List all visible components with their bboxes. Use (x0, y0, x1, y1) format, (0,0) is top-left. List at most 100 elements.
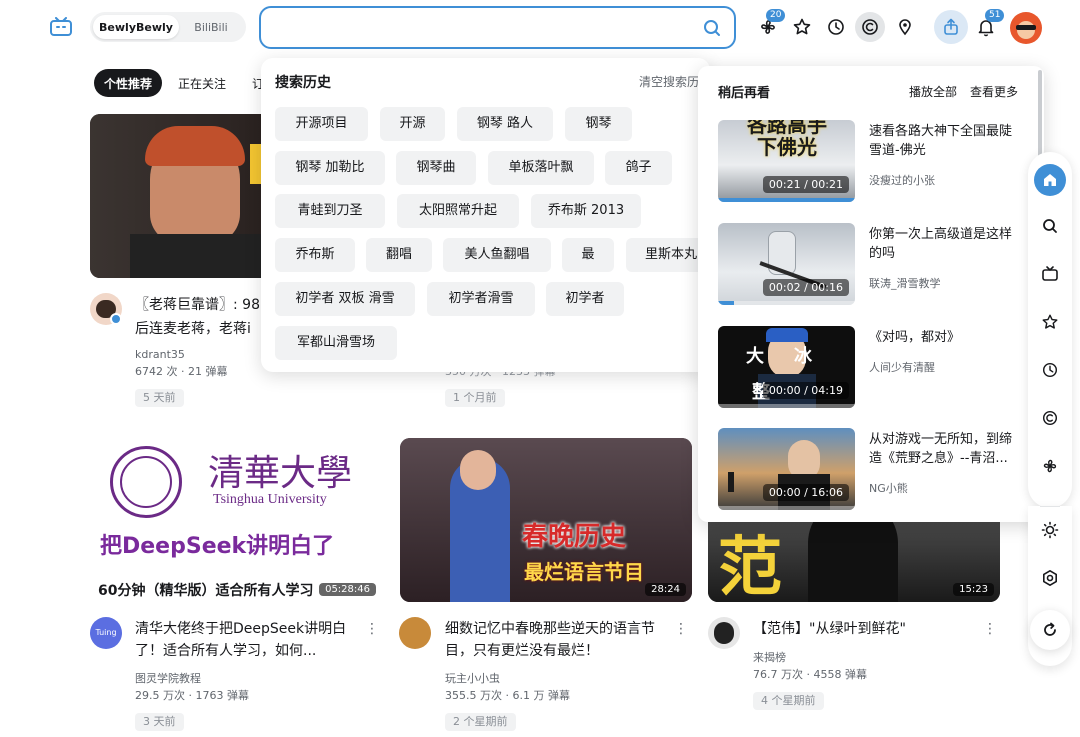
notifications-badge: 51 (985, 9, 1005, 22)
history-chip[interactable]: 开源项目 (275, 107, 368, 141)
video-author[interactable]: kdrant35 (135, 347, 185, 363)
watch-later-button[interactable] (855, 12, 885, 42)
search-box (259, 6, 736, 49)
video-author[interactable]: 来揭榜 (753, 650, 786, 666)
video-title[interactable]: 清华大佬终于把DeepSeek讲明白了！适合所有人学习，如何... (135, 618, 355, 662)
watch-later-thumbnail[interactable]: 大冰 整 00:00 / 04:19 (718, 326, 855, 408)
uploader-avatar[interactable] (90, 293, 122, 325)
video-stats: 76.7 万次 · 4558 弹幕 (753, 668, 867, 681)
watch-later-item[interactable]: 各路高手 下佛光 00:21 / 00:21 速看各路大神下全国最陡雪道-佛光 没… (718, 120, 1038, 202)
tab-bewlybewly[interactable]: BewlyBewly (93, 15, 179, 39)
history-chip[interactable]: 钢琴 路人 (457, 107, 553, 141)
watch-later-title-text[interactable]: 从对游戏一无所知，到缔造《荒野之息》--青沼... (869, 430, 1024, 468)
upload-icon (944, 18, 958, 35)
c-icon (862, 19, 878, 35)
uploader-avatar[interactable] (708, 617, 740, 649)
watch-later-author[interactable]: 联涛_滑雪教学 (869, 275, 941, 291)
thumbnail-text: 把DeepSeek讲明白了 (100, 534, 335, 559)
more-options-button[interactable]: ⋮ (982, 619, 998, 639)
video-title[interactable]: 〖老蒋巨靠谱〗: 98 (135, 294, 265, 316)
watch-later-title-text[interactable]: 你第一次上高级道是这样的吗 (869, 225, 1024, 263)
uploader-avatar[interactable] (399, 617, 431, 649)
history-chip[interactable]: 初学者滑雪 (427, 282, 535, 316)
video-age: 1 个月前 (445, 389, 505, 407)
moments-button[interactable]: 20 (754, 9, 786, 41)
dock-history-button[interactable] (1036, 356, 1064, 384)
history-chip[interactable]: 单板落叶飘 (488, 151, 594, 185)
site-switcher: BewlyBewly BiliBili (90, 12, 246, 42)
clock-icon (828, 19, 844, 35)
dock-theme-button[interactable] (1036, 516, 1064, 544)
watch-later-author[interactable]: 人间少有清醒 (869, 359, 935, 375)
watch-later-item[interactable]: 大冰 整 00:00 / 04:19 《对吗，都对》 人间少有清醒 (718, 326, 1038, 408)
watch-later-thumbnail[interactable]: 00:00 / 16:06 (718, 428, 855, 510)
history-chip[interactable]: 开源 (380, 107, 445, 141)
right-dock (1028, 152, 1072, 508)
bewly-logo-button[interactable] (44, 12, 78, 42)
more-options-button[interactable]: ⋮ (673, 619, 689, 639)
history-chip[interactable]: 鸽子 (605, 151, 672, 185)
watch-later-title-text[interactable]: 《对吗，都对》 (869, 328, 1024, 347)
watch-later-thumbnail[interactable]: 各路高手 下佛光 00:21 / 00:21 (718, 120, 855, 202)
search-icon (704, 20, 720, 36)
dock-search-button[interactable] (1036, 212, 1064, 240)
category-recommend[interactable]: 个性推荐 (94, 69, 163, 97)
dock-watch-later-button[interactable] (1036, 404, 1064, 432)
refresh-button[interactable] (1030, 610, 1070, 650)
video-author[interactable]: 图灵学院教程 (135, 671, 201, 687)
watch-later-thumbnail[interactable]: 00:02 / 00:16 (718, 223, 855, 305)
more-options-button[interactable]: ⋮ (364, 619, 380, 639)
search-icon (1043, 219, 1057, 233)
moments-badge: 20 (766, 9, 786, 22)
watch-later-duration: 00:02 / 00:16 (762, 279, 849, 296)
history-chip[interactable]: 乔布斯 (275, 238, 355, 272)
history-chip[interactable]: 青蛙到刀圣 (275, 194, 385, 228)
location-button[interactable] (891, 13, 919, 41)
dock-settings-button[interactable] (1036, 564, 1064, 592)
watch-later-author[interactable]: 没瘦过的小张 (869, 172, 935, 188)
favorites-button[interactable] (788, 13, 816, 41)
see-more-button[interactable]: 查看更多 (970, 83, 1018, 100)
thumbnail-text: Tsinghua University (213, 492, 327, 507)
search-history-title: 搜索历史 (275, 75, 331, 91)
history-chip[interactable]: 乔布斯 2013 (531, 194, 641, 228)
watch-later-title-text[interactable]: 速看各路大神下全国最陡雪道-佛光 (869, 122, 1024, 160)
watch-later-author[interactable]: NG小熊 (869, 480, 908, 496)
dock-home-button[interactable] (1034, 164, 1066, 196)
history-chip[interactable]: 翻唱 (366, 238, 432, 272)
video-title[interactable]: 细数记忆中春晚那些逆天的语言节目，只有更烂没有最烂！ (445, 618, 665, 662)
video-thumbnail[interactable]: 春晚历史 最烂语言节目 28:24 (400, 438, 692, 602)
video-thumbnail[interactable]: 清華大學 Tsinghua University 把DeepSeek讲明白了 6… (90, 438, 382, 602)
play-all-button[interactable]: 播放全部 (909, 83, 957, 100)
history-chip[interactable]: 最 (562, 238, 614, 272)
history-chip[interactable]: 初学者 双板 滑雪 (275, 282, 415, 316)
video-title-line2[interactable]: 后连麦老蒋，老蒋i (135, 318, 265, 340)
history-chip[interactable]: 钢琴 加勒比 (275, 151, 385, 185)
dock-moments-button[interactable] (1036, 452, 1064, 480)
upload-button[interactable] (934, 10, 968, 44)
video-title[interactable]: 【范伟】"从绿叶到鲜花" (753, 618, 973, 640)
search-button[interactable] (700, 16, 724, 40)
c-icon (1042, 410, 1058, 426)
search-input[interactable] (275, 8, 695, 47)
video-stats: 29.5 万次 · 1763 弹幕 (135, 689, 249, 702)
history-chip[interactable]: 美人鱼翻唱 (443, 238, 551, 272)
tab-bilibili[interactable]: BiliBili (179, 15, 243, 39)
dock-anime-button[interactable] (1036, 260, 1064, 288)
video-author[interactable]: 玩主小小虫 (445, 671, 500, 687)
watch-later-item[interactable]: 00:00 / 16:06 从对游戏一无所知，到缔造《荒野之息》--青沼... … (718, 428, 1038, 510)
history-chip[interactable]: 军都山滑雪场 (275, 326, 397, 360)
history-chip[interactable]: 初学者 (546, 282, 624, 316)
watch-later-item[interactable]: 00:02 / 00:16 你第一次上高级道是这样的吗 联涛_滑雪教学 (718, 223, 1038, 305)
history-chip[interactable]: 太阳照常升起 (397, 194, 519, 228)
user-avatar[interactable] (1010, 12, 1042, 44)
uploader-avatar[interactable]: Tuing (90, 617, 122, 649)
dock-favorites-button[interactable] (1036, 308, 1064, 336)
history-button[interactable] (822, 13, 850, 41)
home-icon (1044, 174, 1056, 186)
history-chip[interactable]: 钢琴曲 (396, 151, 476, 185)
clear-history-button[interactable]: 清空搜索历 (639, 73, 699, 90)
history-chip[interactable]: 钢琴 (565, 107, 632, 141)
category-following[interactable]: 正在关注 (168, 69, 236, 97)
notifications-button[interactable]: 51 (972, 9, 1005, 41)
